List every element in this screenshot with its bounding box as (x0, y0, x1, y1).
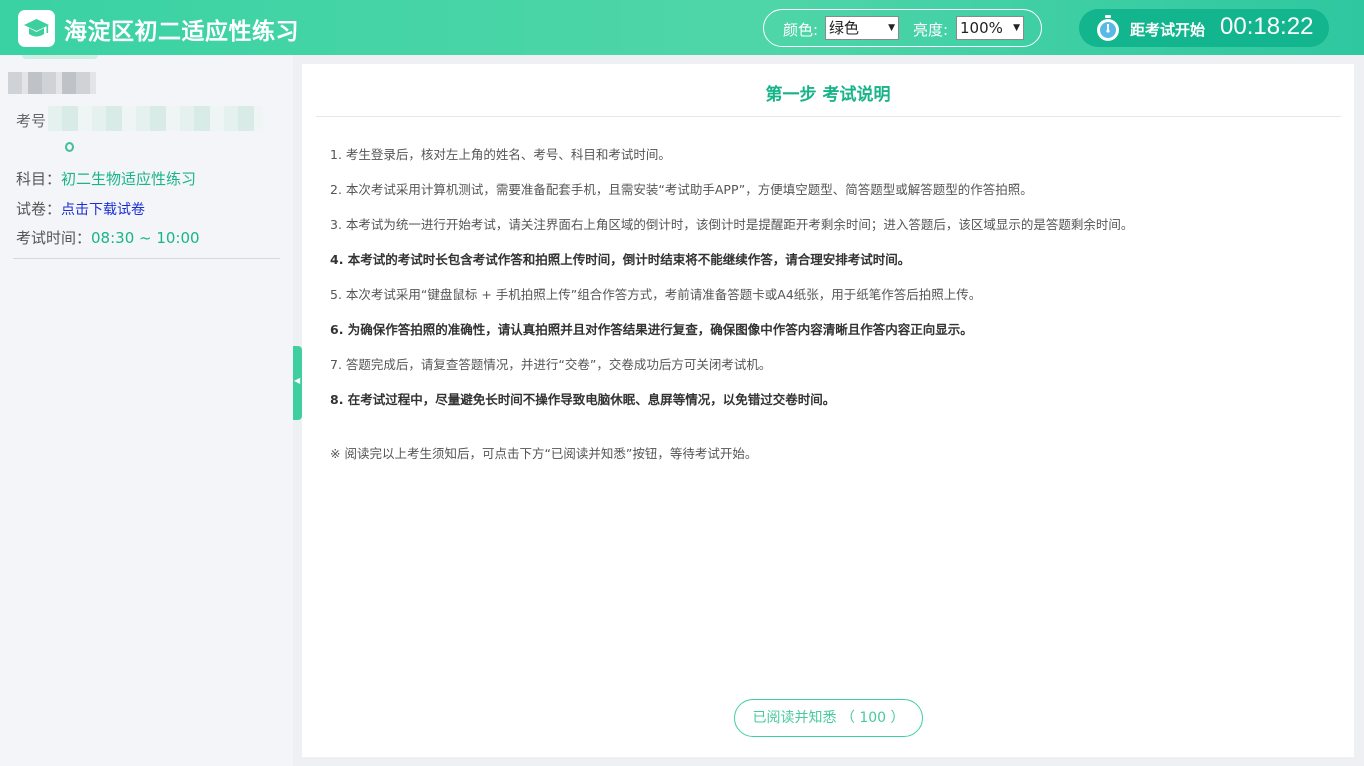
chevron-down-icon: ▼ (888, 23, 895, 33)
brightness-label: 亮度: (913, 21, 949, 39)
color-label: 颜色: (783, 21, 819, 39)
paper-row: 试卷：点击下载试卷 (16, 198, 145, 219)
color-select[interactable]: 绿色 ▼ (825, 16, 899, 40)
avatar-accent (22, 55, 98, 59)
rule-item: 7. 答题完成后，请复查答题情况，并进行“交卷”，交卷成功后方可关闭考试机。 (330, 357, 772, 372)
download-paper-link[interactable]: 点击下载试卷 (61, 202, 145, 218)
candidate-id-redacted (48, 106, 263, 131)
sidebar-divider (13, 258, 280, 259)
timer-label: 距考试开始 (1130, 21, 1206, 39)
display-settings: 颜色: 绿色 ▼ 亮度: 100% ▼ (763, 9, 1042, 47)
app-title: 海淀区初二适应性练习 (64, 19, 299, 45)
chevron-down-icon: ▼ (1013, 23, 1020, 33)
rule-item: 5. 本次考试采用“键盘鼠标 + 手机拍照上传”组合作答方式，考前请准备答题卡或… (330, 287, 982, 302)
timer-value: 00:18:22 (1220, 13, 1314, 40)
rule-item: 3. 本考试为统一进行开始考试，请关注界面右上角区域的倒计时，该倒计时是提醒距开… (330, 217, 1134, 232)
exam-time-row: 考试时间：08:30 ~ 10:00 (16, 227, 200, 248)
title-divider (316, 116, 1341, 117)
subject-label: 科目： (16, 170, 62, 188)
reading-note: ※ 阅读完以上考生须知后，可点击下方“已阅读并知悉”按钮，等待考试开始。 (330, 446, 758, 461)
sidebar-collapse-handle[interactable]: ◀ (293, 346, 302, 420)
rules-list: 1. 考生登录后，核对左上角的姓名、考号、科目和考试时间。 2. 本次考试采用计… (330, 146, 1330, 426)
rule-item: 4. 本考试的考试时长包含考试作答和拍照上传时间，倒计时结束将不能继续作答，请合… (330, 252, 911, 267)
exam-time-label: 考试时间： (16, 229, 92, 247)
stopwatch-icon (1097, 15, 1119, 41)
rule-item: 8. 在考试过程中，尽量避免长时间不操作导致电脑休眠、息屏等情况，以免错过交卷时… (330, 392, 836, 407)
brightness-select-value: 100% (960, 19, 1003, 37)
exam-time-value: 08:30 ~ 10:00 (91, 229, 200, 247)
candidate-name-redacted (8, 72, 96, 94)
step-title: 第一步 考试说明 (765, 85, 891, 105)
subject-row: 科目：初二生物适应性练习 (16, 168, 196, 189)
color-select-value: 绿色 (829, 19, 860, 37)
app-logo (18, 10, 55, 47)
candidate-info-sidebar: 考号 科目：初二生物适应性练习 试卷：点击下载试卷 考试时间：08:30 ~ 1… (0, 55, 293, 766)
subject-value: 初二生物适应性练习 (61, 170, 197, 188)
rule-item: 6. 为确保作答拍照的准确性，请认真拍照并且对作答结果进行复查，确保图像中作答内… (330, 322, 973, 337)
rule-item: 1. 考生登录后，核对左上角的姓名、考号、科目和考试时间。 (330, 147, 671, 162)
countdown-timer: 距考试开始 00:18:22 (1079, 9, 1329, 47)
instructions-panel: 第一步 考试说明 1. 考生登录后，核对左上角的姓名、考号、科目和考试时间。 2… (302, 64, 1354, 757)
graduation-cap-icon (24, 19, 49, 37)
paper-label: 试卷： (16, 200, 62, 218)
small-ring-icon (65, 142, 74, 152)
candidate-id-label: 考号 (16, 112, 47, 130)
chevron-left-icon: ◀ (294, 376, 301, 385)
top-header: 海淀区初二适应性练习 颜色: 绿色 ▼ 亮度: 100% ▼ 距考试开始 00:… (0, 0, 1364, 55)
brightness-select[interactable]: 100% ▼ (956, 16, 1024, 40)
confirm-read-button[interactable]: 已阅读并知悉 （ 100 ） (734, 699, 923, 737)
rule-item: 2. 本次考试采用计算机测试，需要准备配套手机，且需安装“考试助手APP”，方便… (330, 182, 1033, 197)
